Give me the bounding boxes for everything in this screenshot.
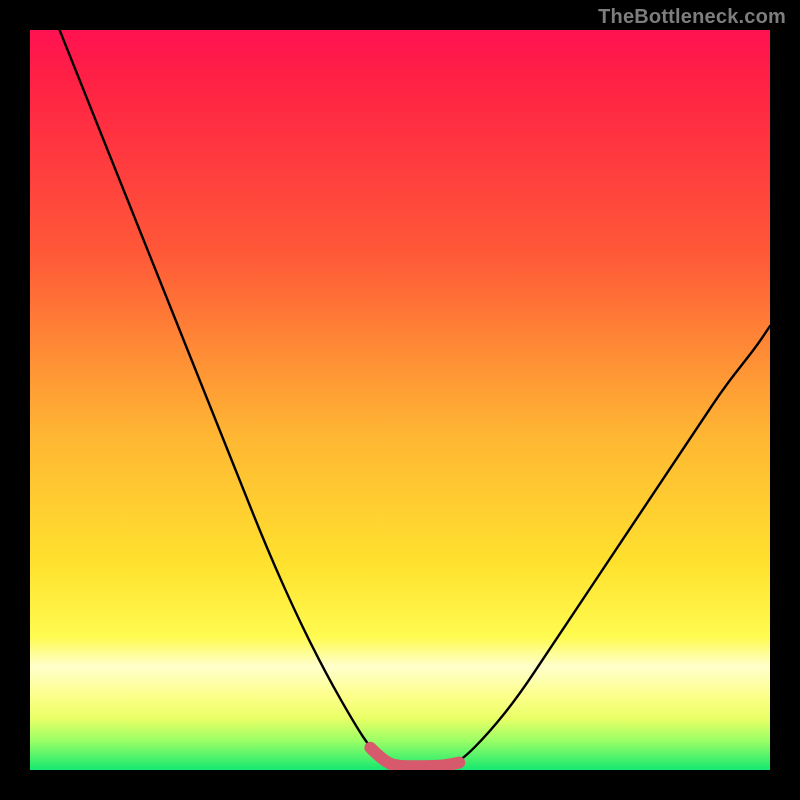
plot-area xyxy=(30,30,770,770)
watermark-text: TheBottleneck.com xyxy=(598,6,786,29)
bottleneck-curve xyxy=(60,30,770,766)
curve-layer xyxy=(30,30,770,770)
chart-frame: TheBottleneck.com xyxy=(0,0,800,800)
valley-highlight xyxy=(370,748,459,767)
